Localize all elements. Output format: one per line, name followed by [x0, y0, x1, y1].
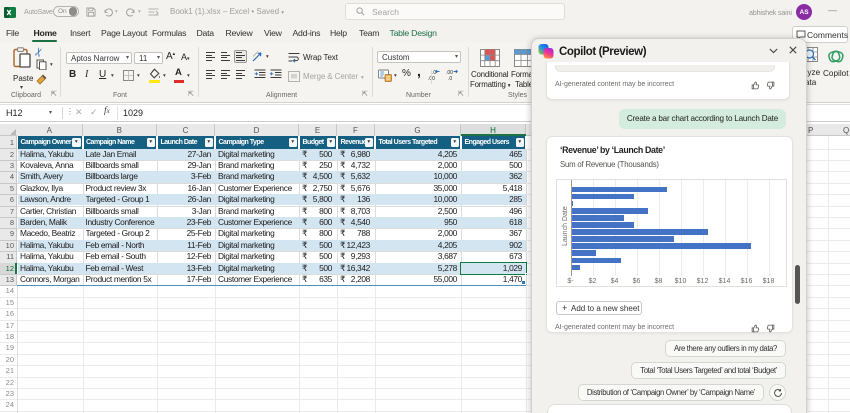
svg-text:.0: .0 [448, 76, 452, 81]
